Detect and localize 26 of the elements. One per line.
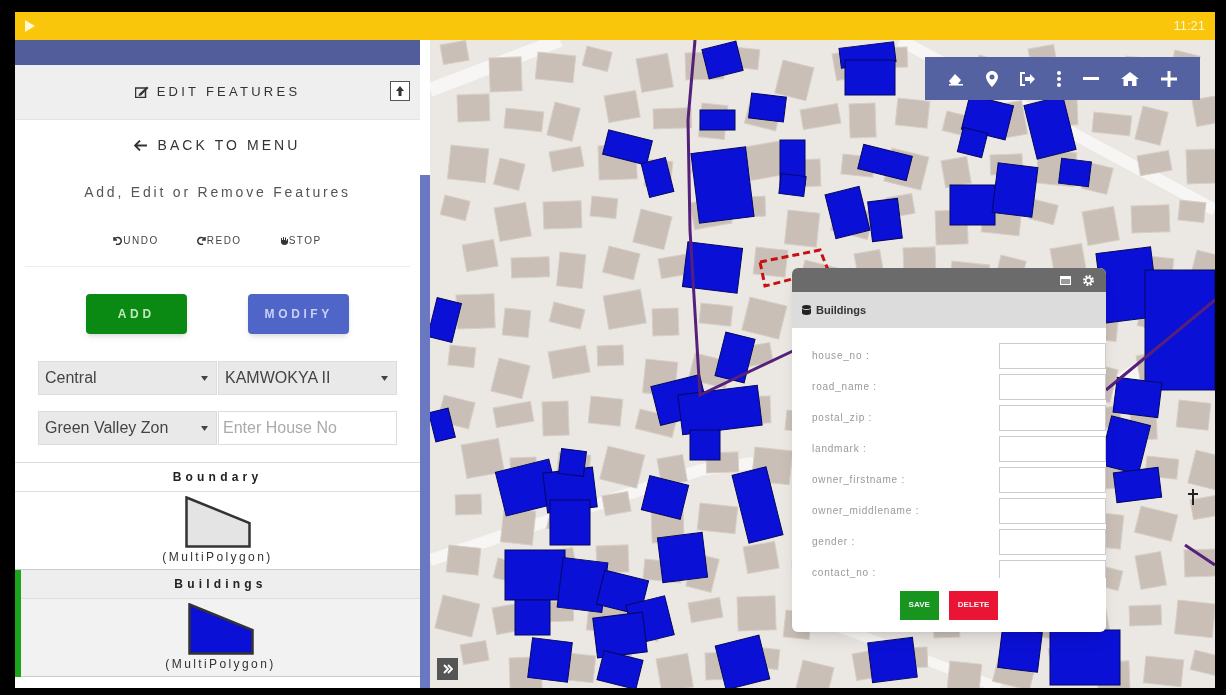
layer-item[interactable]: Buildings (MultiPolygon) xyxy=(15,570,420,677)
redo-button[interactable]: REDO xyxy=(196,233,242,248)
field-label: landmark : xyxy=(812,442,867,456)
section-title: EDIT FEATURES xyxy=(156,83,301,102)
delete-button[interactable]: DELETE xyxy=(948,590,999,620)
popup-title: Buildings xyxy=(816,302,867,318)
field-label: owner_middlename : xyxy=(812,504,920,518)
dropdown[interactable]: KAMWOKYA II xyxy=(218,361,397,395)
field-label: contact_no : xyxy=(812,566,877,578)
field-label: postal_zip : xyxy=(812,411,873,425)
stop-button[interactable]: STOP xyxy=(279,233,322,248)
field-label: owner_firstname : xyxy=(812,473,906,487)
panel-subtitle: Add, Edit or Remove Features xyxy=(83,183,352,202)
geometry-type-label: (MultiPolygon) xyxy=(162,548,273,566)
field-label: house_no : xyxy=(812,349,870,363)
dropdown[interactable]: Green Valley Zon xyxy=(38,411,217,445)
dropdown[interactable]: Central xyxy=(38,361,217,395)
house-number-field[interactable]: Enter House No xyxy=(218,411,397,445)
back-to-menu-link[interactable]: BACK TO MENU xyxy=(15,120,420,170)
layer-name: Buildings xyxy=(21,570,420,599)
field-label: road_name : xyxy=(812,380,877,394)
clock-time: 11:21 xyxy=(1173,17,1205,36)
geometry-type-label: (MultiPolygon) xyxy=(165,655,276,673)
undo-button[interactable]: UNDO xyxy=(113,233,159,248)
field-label: gender : xyxy=(812,535,856,549)
save-button[interactable]: SAVE xyxy=(899,590,939,620)
